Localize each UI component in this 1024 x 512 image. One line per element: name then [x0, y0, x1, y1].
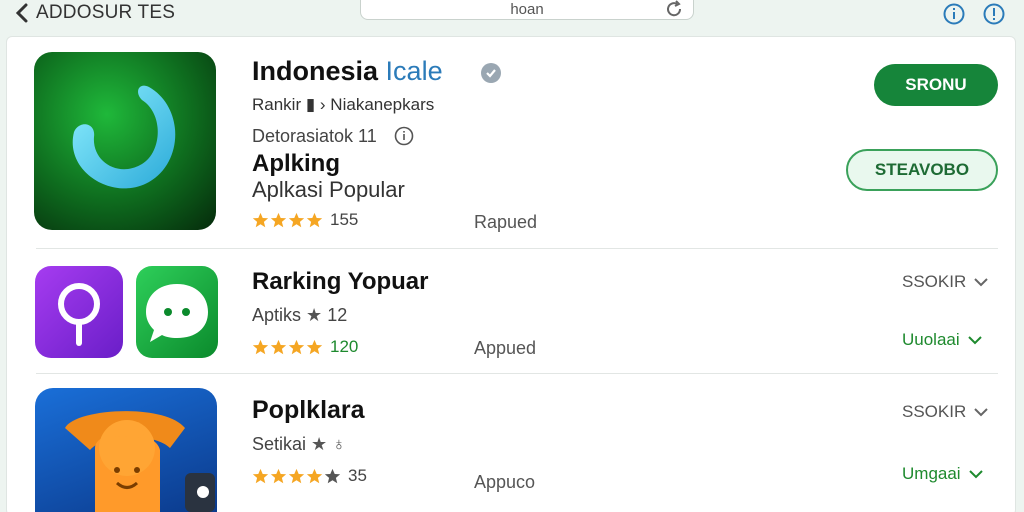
star-icon — [252, 468, 269, 483]
chevron-down-icon — [967, 336, 982, 345]
row-divider — [36, 248, 998, 249]
row1-subtitle: Aptiks ★ 12 — [252, 305, 348, 325]
row2-rating: 35 — [252, 466, 367, 486]
top-bar: ADDOSUR TES hoan — [0, 0, 1024, 30]
star-icon — [252, 212, 269, 227]
row2-action-label: Umgaai — [902, 464, 961, 483]
row1-app-icon-purple[interactable] — [35, 266, 123, 358]
star-icon — [306, 212, 323, 227]
featured-detail-line: Detorasiatok 11 — [252, 126, 377, 146]
row1-status: Appued — [474, 338, 537, 358]
row1-sort-label: SSOKIR — [902, 272, 967, 291]
info-icon[interactable] — [942, 2, 966, 26]
star-icon — [288, 339, 305, 354]
featured-meta-line: Rankir ▮ › Niakanepkars — [252, 95, 435, 114]
secondary-action-button[interactable]: STEAVOBO — [846, 149, 998, 191]
row2-sort-label: SSOKIR — [902, 402, 967, 421]
featured-rating: 155 — [252, 210, 358, 230]
featured-app-icon[interactable] — [34, 52, 216, 230]
chevron-down-icon — [968, 470, 983, 479]
chevron-down-icon — [974, 408, 988, 417]
featured-title-accent: Icale — [385, 56, 443, 86]
verified-badge-icon — [481, 63, 501, 83]
featured-heading: Aplking — [252, 150, 340, 177]
refresh-icon[interactable] — [665, 0, 683, 18]
row2-status: Appuco — [474, 472, 536, 492]
info-small-icon[interactable] — [394, 126, 414, 146]
chevron-down-icon — [974, 278, 988, 287]
star-icon — [252, 339, 269, 354]
row1-rating-count: 120 — [330, 337, 359, 356]
featured-subheading: Aplkasi Popular — [252, 177, 405, 202]
row1-rating: 120 — [252, 337, 358, 357]
back-label: ADDOSUR TES — [36, 2, 176, 23]
row1-title: Rarking Yopuar — [252, 268, 429, 295]
phone-logo-icon — [72, 85, 176, 189]
row1-action-dropdown[interactable]: Uuolaai — [902, 330, 982, 350]
mascot-icon — [65, 411, 215, 512]
primary-action-button[interactable]: SRONU — [874, 64, 998, 106]
row2-app-icon[interactable] — [35, 388, 217, 512]
star-icon — [288, 468, 305, 483]
featured-status: Rapued — [474, 212, 538, 232]
row2-rating-count: 35 — [348, 466, 367, 485]
star-icon — [324, 468, 341, 483]
row2-title: Poplklara — [252, 396, 365, 424]
back-button[interactable]: ADDOSUR TES — [14, 0, 175, 26]
star-icon — [306, 339, 323, 354]
row-divider — [36, 373, 998, 374]
star-icon — [270, 212, 287, 227]
star-icon — [306, 468, 323, 483]
row1-action-label: Uuolaai — [902, 330, 960, 349]
featured-rating-count: 155 — [330, 210, 359, 229]
row2-sort-dropdown[interactable]: SSOKIR — [902, 402, 988, 422]
row1-app-icon-green[interactable] — [136, 266, 218, 358]
search-query: hoan — [510, 1, 544, 18]
chat-bubble-icon — [146, 284, 208, 342]
row2-action-dropdown[interactable]: Umgaai — [902, 464, 983, 484]
pin-icon — [58, 283, 100, 346]
star-icon — [288, 212, 305, 227]
chevron-left-icon — [15, 3, 28, 23]
search-input[interactable]: hoan — [360, 0, 694, 20]
alert-icon[interactable] — [982, 2, 1006, 26]
row2-subtitle: Setikai ★ ♁ — [252, 434, 346, 454]
row1-sort-dropdown[interactable]: SSOKIR — [902, 272, 988, 292]
featured-title: Indonesia Icale — [252, 56, 443, 86]
star-icon — [270, 468, 287, 483]
star-icon — [270, 339, 287, 354]
